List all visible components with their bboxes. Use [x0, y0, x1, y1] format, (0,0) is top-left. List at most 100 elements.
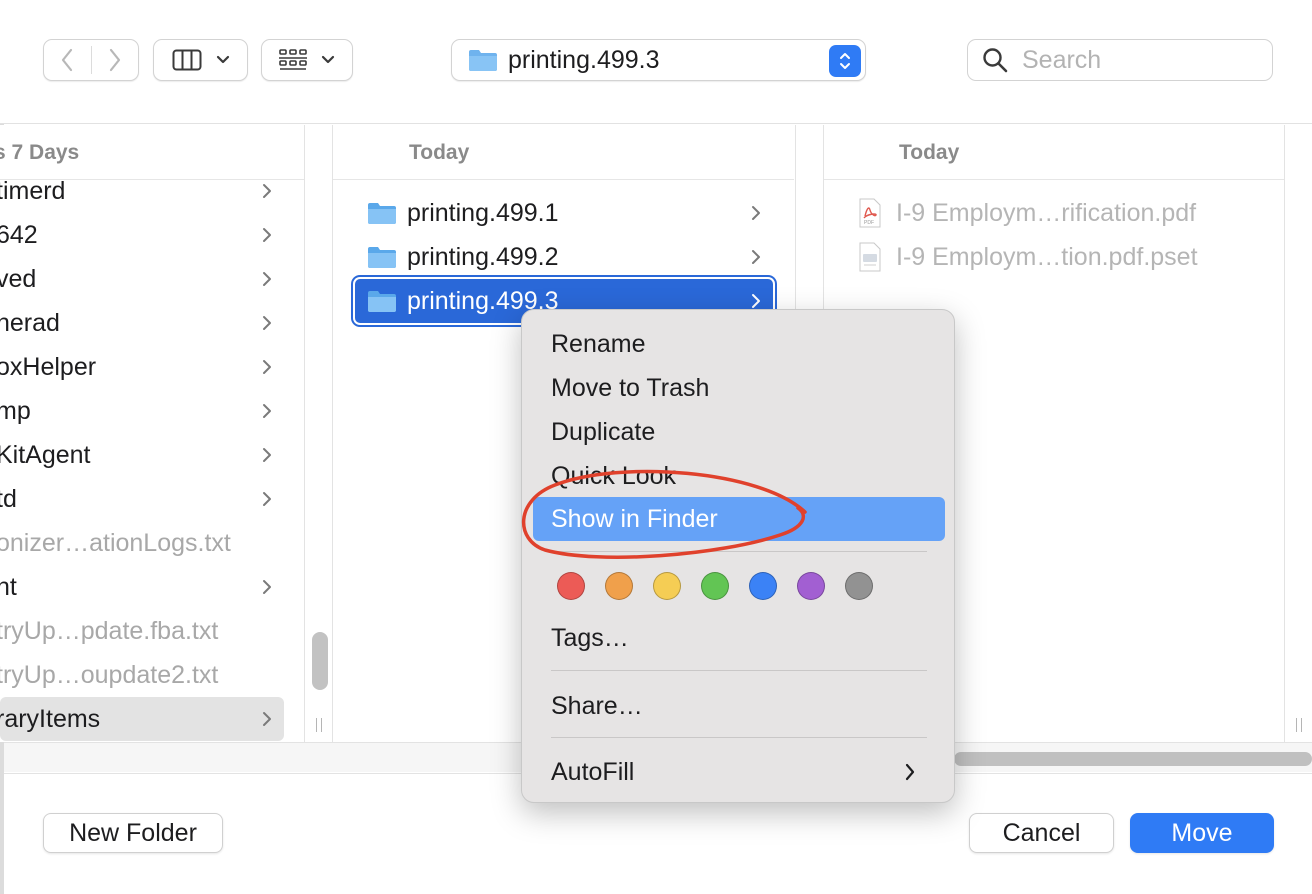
column-resize-handle[interactable] [1284, 125, 1312, 742]
chevron-down-icon [321, 55, 335, 64]
list-item[interactable]: oxHelper [0, 345, 284, 389]
list-item-label: mp [0, 396, 31, 425]
toolbar: printing.499.3 [0, 0, 1312, 124]
resize-grip-icon [316, 718, 322, 732]
list-item-label: onizer…ationLogs.txt [0, 528, 231, 557]
list-item[interactable]: td [0, 477, 284, 521]
search-field[interactable] [967, 39, 1273, 81]
chevron-right-icon [752, 294, 760, 308]
chevron-right-icon [263, 228, 271, 242]
chevron-right-icon [263, 316, 271, 330]
menu-item-rename[interactable]: Rename [533, 322, 945, 366]
folder-icon [469, 50, 497, 71]
resize-grip-icon [1296, 718, 1302, 732]
location-label: printing.499.3 [508, 45, 660, 74]
folder-icon [368, 291, 396, 312]
browser-column-1[interactable]: s 7 Days timerd 642 ved nerad oxHelper mp KitA… [0, 125, 304, 742]
folder-row[interactable]: printing.499.1 [355, 191, 773, 235]
list-item[interactable]: raryItems [0, 697, 284, 741]
chevron-right-icon [263, 580, 271, 594]
view-mode-button[interactable] [153, 39, 248, 81]
back-button[interactable] [44, 40, 91, 80]
menu-item-move-to-trash[interactable]: Move to Trash [533, 366, 945, 410]
folder-row-label: printing.499.1 [407, 198, 559, 227]
document-file-icon [859, 242, 881, 272]
folder-icon [368, 247, 396, 268]
list-item[interactable]: nt [0, 565, 284, 609]
search-icon [983, 48, 1008, 73]
chevron-right-icon [263, 492, 271, 506]
list-item[interactable]: onizer…ationLogs.txt [0, 521, 284, 565]
search-input[interactable] [1022, 45, 1252, 75]
chevron-right-icon [109, 48, 120, 72]
grid-group-icon [279, 49, 307, 70]
submenu-chevron-icon [905, 763, 915, 781]
navigation-buttons [43, 39, 139, 81]
chevron-right-icon [263, 448, 271, 462]
list-item-label: tryUp…pdate.fba.txt [0, 616, 219, 645]
tag-color-swatch[interactable] [845, 572, 873, 600]
horizontal-scrollbar-thumb[interactable] [954, 752, 1312, 766]
list-item[interactable]: nerad [0, 301, 284, 345]
list-item[interactable]: ved [0, 257, 284, 301]
chevron-right-icon [752, 206, 760, 220]
context-menu: Rename Move to Trash Duplicate Quick Loo… [521, 309, 955, 803]
group-by-button[interactable] [261, 39, 353, 81]
list-item-label: nerad [0, 308, 60, 337]
tag-color-swatch[interactable] [749, 572, 777, 600]
menu-item-autofill[interactable]: AutoFill [533, 750, 945, 794]
chevron-right-icon [752, 250, 760, 264]
list-item[interactable]: KitAgent [0, 433, 284, 477]
list-item-label: nt [0, 572, 17, 601]
menu-item-quick-look[interactable]: Quick Look [533, 454, 945, 498]
menu-item-share[interactable]: Share… [533, 684, 945, 728]
list-item[interactable]: tryUp…pdate.fba.txt [0, 609, 284, 653]
chevron-right-icon [263, 404, 271, 418]
chevron-down-icon [216, 55, 229, 64]
new-folder-button[interactable]: New Folder [43, 813, 223, 853]
menu-item-label: AutoFill [551, 757, 635, 786]
list-item[interactable]: timerd [0, 169, 284, 213]
list-item-label: tryUp…oupdate2.txt [0, 660, 219, 689]
folder-row[interactable]: printing.499.2 [355, 235, 773, 279]
list-item[interactable]: mp [0, 389, 284, 433]
up-down-chevron-icon [840, 53, 850, 69]
menu-separator [551, 737, 927, 738]
file-row-label: I-9 Employm…tion.pdf.pset [896, 242, 1198, 271]
folder-row-label: printing.499.2 [407, 242, 559, 271]
file-row[interactable]: PDF I-9 Employm…rification.pdf [846, 191, 1264, 235]
list-item-label: raryItems [0, 704, 101, 733]
list-item-label: td [0, 484, 17, 513]
menu-item-tags[interactable]: Tags… [533, 616, 945, 660]
popup-stepper [829, 45, 861, 77]
forward-button[interactable] [91, 40, 138, 80]
columns-view-icon [172, 49, 201, 71]
tag-color-swatch[interactable] [557, 572, 585, 600]
menu-item-duplicate[interactable]: Duplicate [533, 410, 945, 454]
tag-color-swatch[interactable] [605, 572, 633, 600]
tag-color-swatch[interactable] [701, 572, 729, 600]
column-header: Today [824, 125, 1284, 180]
chevron-left-icon [62, 48, 73, 72]
menu-item-show-in-finder[interactable]: Show in Finder [533, 497, 945, 541]
tag-color-swatch[interactable] [653, 572, 681, 600]
file-row-label: I-9 Employm…rification.pdf [896, 198, 1197, 227]
tag-color-swatches [557, 572, 873, 600]
list-item-label: KitAgent [0, 440, 91, 469]
chevron-right-icon [263, 360, 271, 374]
list-item-label: 642 [0, 220, 38, 249]
tag-color-swatch[interactable] [797, 572, 825, 600]
menu-separator [551, 670, 927, 671]
list-item[interactable]: tryUp…oupdate2.txt [0, 653, 284, 697]
cancel-button[interactable]: Cancel [969, 813, 1114, 853]
svg-text:PDF: PDF [864, 220, 874, 226]
chevron-right-icon [263, 712, 271, 726]
chevron-right-icon [263, 184, 271, 198]
move-button[interactable]: Move [1130, 813, 1274, 853]
chevron-right-icon [263, 272, 271, 286]
pdf-file-icon: PDF [859, 198, 881, 228]
vertical-scrollbar-thumb[interactable] [312, 632, 328, 690]
file-row[interactable]: I-9 Employm…tion.pdf.pset [846, 235, 1264, 279]
location-popup[interactable]: printing.499.3 [451, 39, 866, 81]
list-item[interactable]: 642 [0, 213, 284, 257]
